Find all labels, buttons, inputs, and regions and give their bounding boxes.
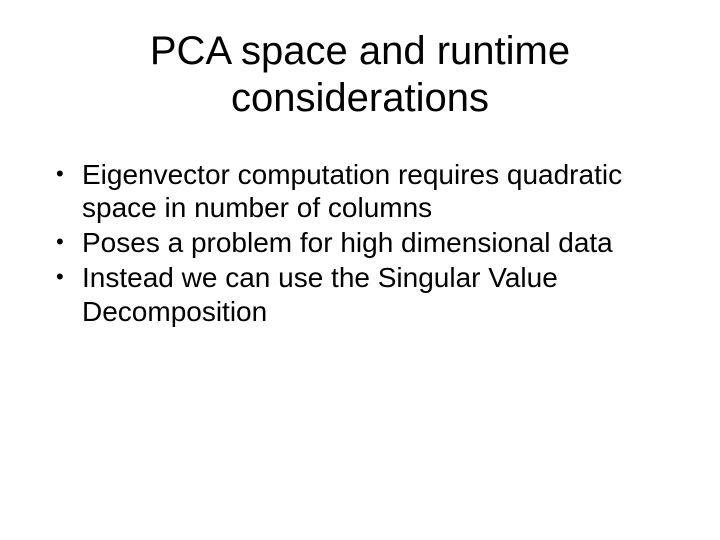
bullet-list: Eigenvector computation requires quadrat… xyxy=(48,158,672,327)
list-item: Poses a problem for high dimensional dat… xyxy=(54,226,672,259)
slide-title: PCA space and runtime considerations xyxy=(48,28,672,122)
list-item: Eigenvector computation requires quadrat… xyxy=(54,158,672,224)
slide: PCA space and runtime considerations Eig… xyxy=(0,0,720,540)
list-item: Instead we can use the Singular Value De… xyxy=(54,261,672,327)
